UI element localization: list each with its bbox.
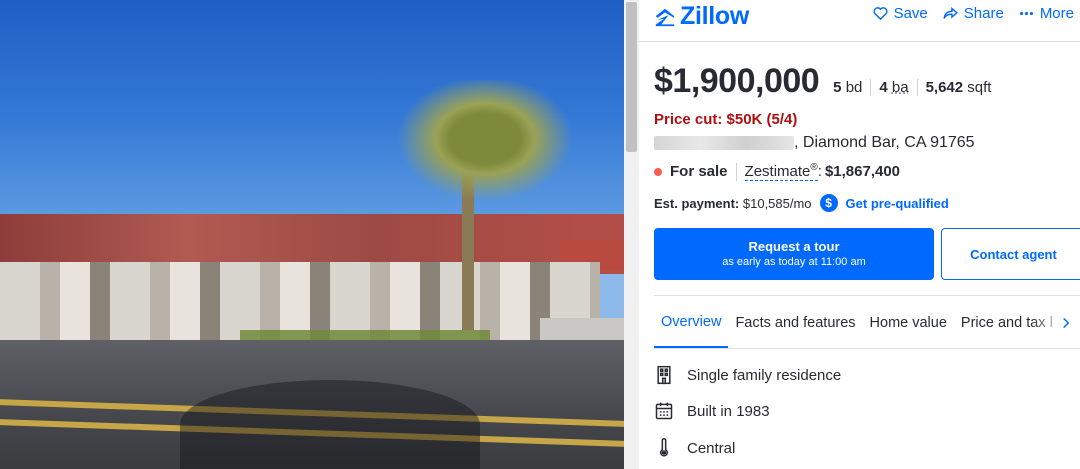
- contact-agent-button[interactable]: Contact agent: [941, 228, 1080, 280]
- feature-label: Single family residence: [687, 366, 842, 384]
- feature-year-built: Built in 1983: [654, 401, 770, 421]
- beds-value: 5: [833, 79, 842, 96]
- share-label: Share: [963, 5, 1004, 22]
- beds-fact: 5 bd: [833, 79, 870, 96]
- tab-label: Overview: [661, 314, 722, 330]
- home-facts: 5 bd 4 ba 5,642 sqft: [833, 79, 999, 96]
- request-tour-subtext: as early as today at 11:00 am: [722, 256, 866, 268]
- heart-icon: [873, 7, 888, 21]
- price-summary: $1,900,000 5 bd 4 ba 5,642 sqft: [654, 62, 999, 101]
- dollar-icon: $: [819, 194, 838, 212]
- thermometer-icon: [659, 438, 669, 457]
- get-prequalified-link[interactable]: Get pre-qualified: [846, 196, 949, 211]
- zillow-logo-icon: [655, 8, 675, 26]
- address-city: , Diamond Bar, CA 91765: [794, 134, 975, 151]
- tab-overview[interactable]: Overview: [654, 298, 729, 348]
- feature-heating: Central: [654, 438, 735, 458]
- for-sale-dot-icon: [654, 167, 662, 176]
- contact-agent-label: Contact agent: [970, 246, 1057, 262]
- tab-label: Facts and features: [735, 315, 856, 331]
- more-dots-icon: [1019, 11, 1033, 16]
- request-tour-button[interactable]: Request a tour as early as today at 11:0…: [654, 228, 934, 280]
- photo-palm-fronds: [385, 80, 585, 210]
- address-redacted: [654, 136, 794, 150]
- status-row: For sale Zestimate®: $1,867,400: [654, 162, 900, 181]
- header-actions: Save Share More: [872, 5, 1074, 22]
- baths-unit: ba: [891, 79, 909, 96]
- tab-facts-and-features[interactable]: Facts and features: [728, 298, 862, 348]
- sqft-value: 5,642: [925, 79, 964, 96]
- share-button[interactable]: Share: [942, 5, 1004, 22]
- baths-fact[interactable]: 4 ba: [870, 79, 916, 96]
- listing-address: , Diamond Bar, CA 91765: [654, 134, 975, 152]
- listing-details-panel: Zillow Save Share More $1,900,000 5 bd 4…: [639, 0, 1080, 469]
- more-label: More: [1039, 5, 1074, 22]
- beds-unit: bd: [845, 79, 863, 96]
- zestimate-colon: :: [817, 163, 822, 180]
- status-label: For sale: [670, 163, 728, 180]
- scrollbar-thumb[interactable]: [626, 2, 637, 152]
- save-button[interactable]: Save: [872, 5, 928, 22]
- feature-home-type: Single family residence: [654, 365, 841, 385]
- feature-label: Central: [687, 439, 736, 457]
- request-tour-label: Request a tour: [748, 239, 840, 254]
- zillow-logo[interactable]: Zillow: [654, 2, 749, 31]
- tab-home-value[interactable]: Home value: [863, 298, 954, 348]
- listing-price: $1,900,000: [654, 62, 820, 100]
- feature-label: Built in 1983: [687, 402, 770, 420]
- divider: [654, 295, 1080, 296]
- more-button[interactable]: More: [1018, 5, 1074, 22]
- tab-label: Home value: [869, 315, 947, 331]
- price-cut-badge: Price cut: $50K (5/4): [654, 111, 798, 128]
- calendar-icon: [655, 402, 673, 420]
- tab-price-and-tax-history[interactable]: Price and tax h: [954, 298, 1065, 348]
- chevron-right-icon: [1063, 317, 1070, 329]
- baths-value: 4: [879, 79, 888, 96]
- tab-label: Price and tax h: [960, 315, 1058, 331]
- listing-photo[interactable]: [0, 0, 624, 469]
- payment-label: Est. payment:: [654, 195, 740, 211]
- sqft-fact: 5,642 sqft: [916, 79, 1000, 96]
- building-icon: [657, 365, 671, 385]
- registered-mark: ®: [810, 162, 818, 173]
- zillow-logo-text: Zillow: [680, 2, 750, 30]
- save-label: Save: [893, 5, 928, 22]
- divider: [735, 162, 737, 181]
- payment-value: $10,585/mo: [742, 195, 812, 211]
- share-icon: [943, 7, 958, 19]
- payment-row: Est. payment: $10,585/mo $ Get pre-quali…: [654, 194, 949, 212]
- zestimate-value: $1,867,400: [824, 163, 901, 180]
- section-tabs: Overview Facts and features Home value P…: [654, 298, 1080, 349]
- tabs-scroll-right-button[interactable]: [1052, 298, 1080, 348]
- zestimate-label: Zestimate: [744, 163, 811, 180]
- zestimate-link[interactable]: Zestimate®: [744, 162, 818, 181]
- photo-tree-shadow: [180, 380, 480, 469]
- sqft-unit: sqft: [967, 79, 992, 96]
- panel-header: Zillow Save Share More: [639, 0, 1080, 42]
